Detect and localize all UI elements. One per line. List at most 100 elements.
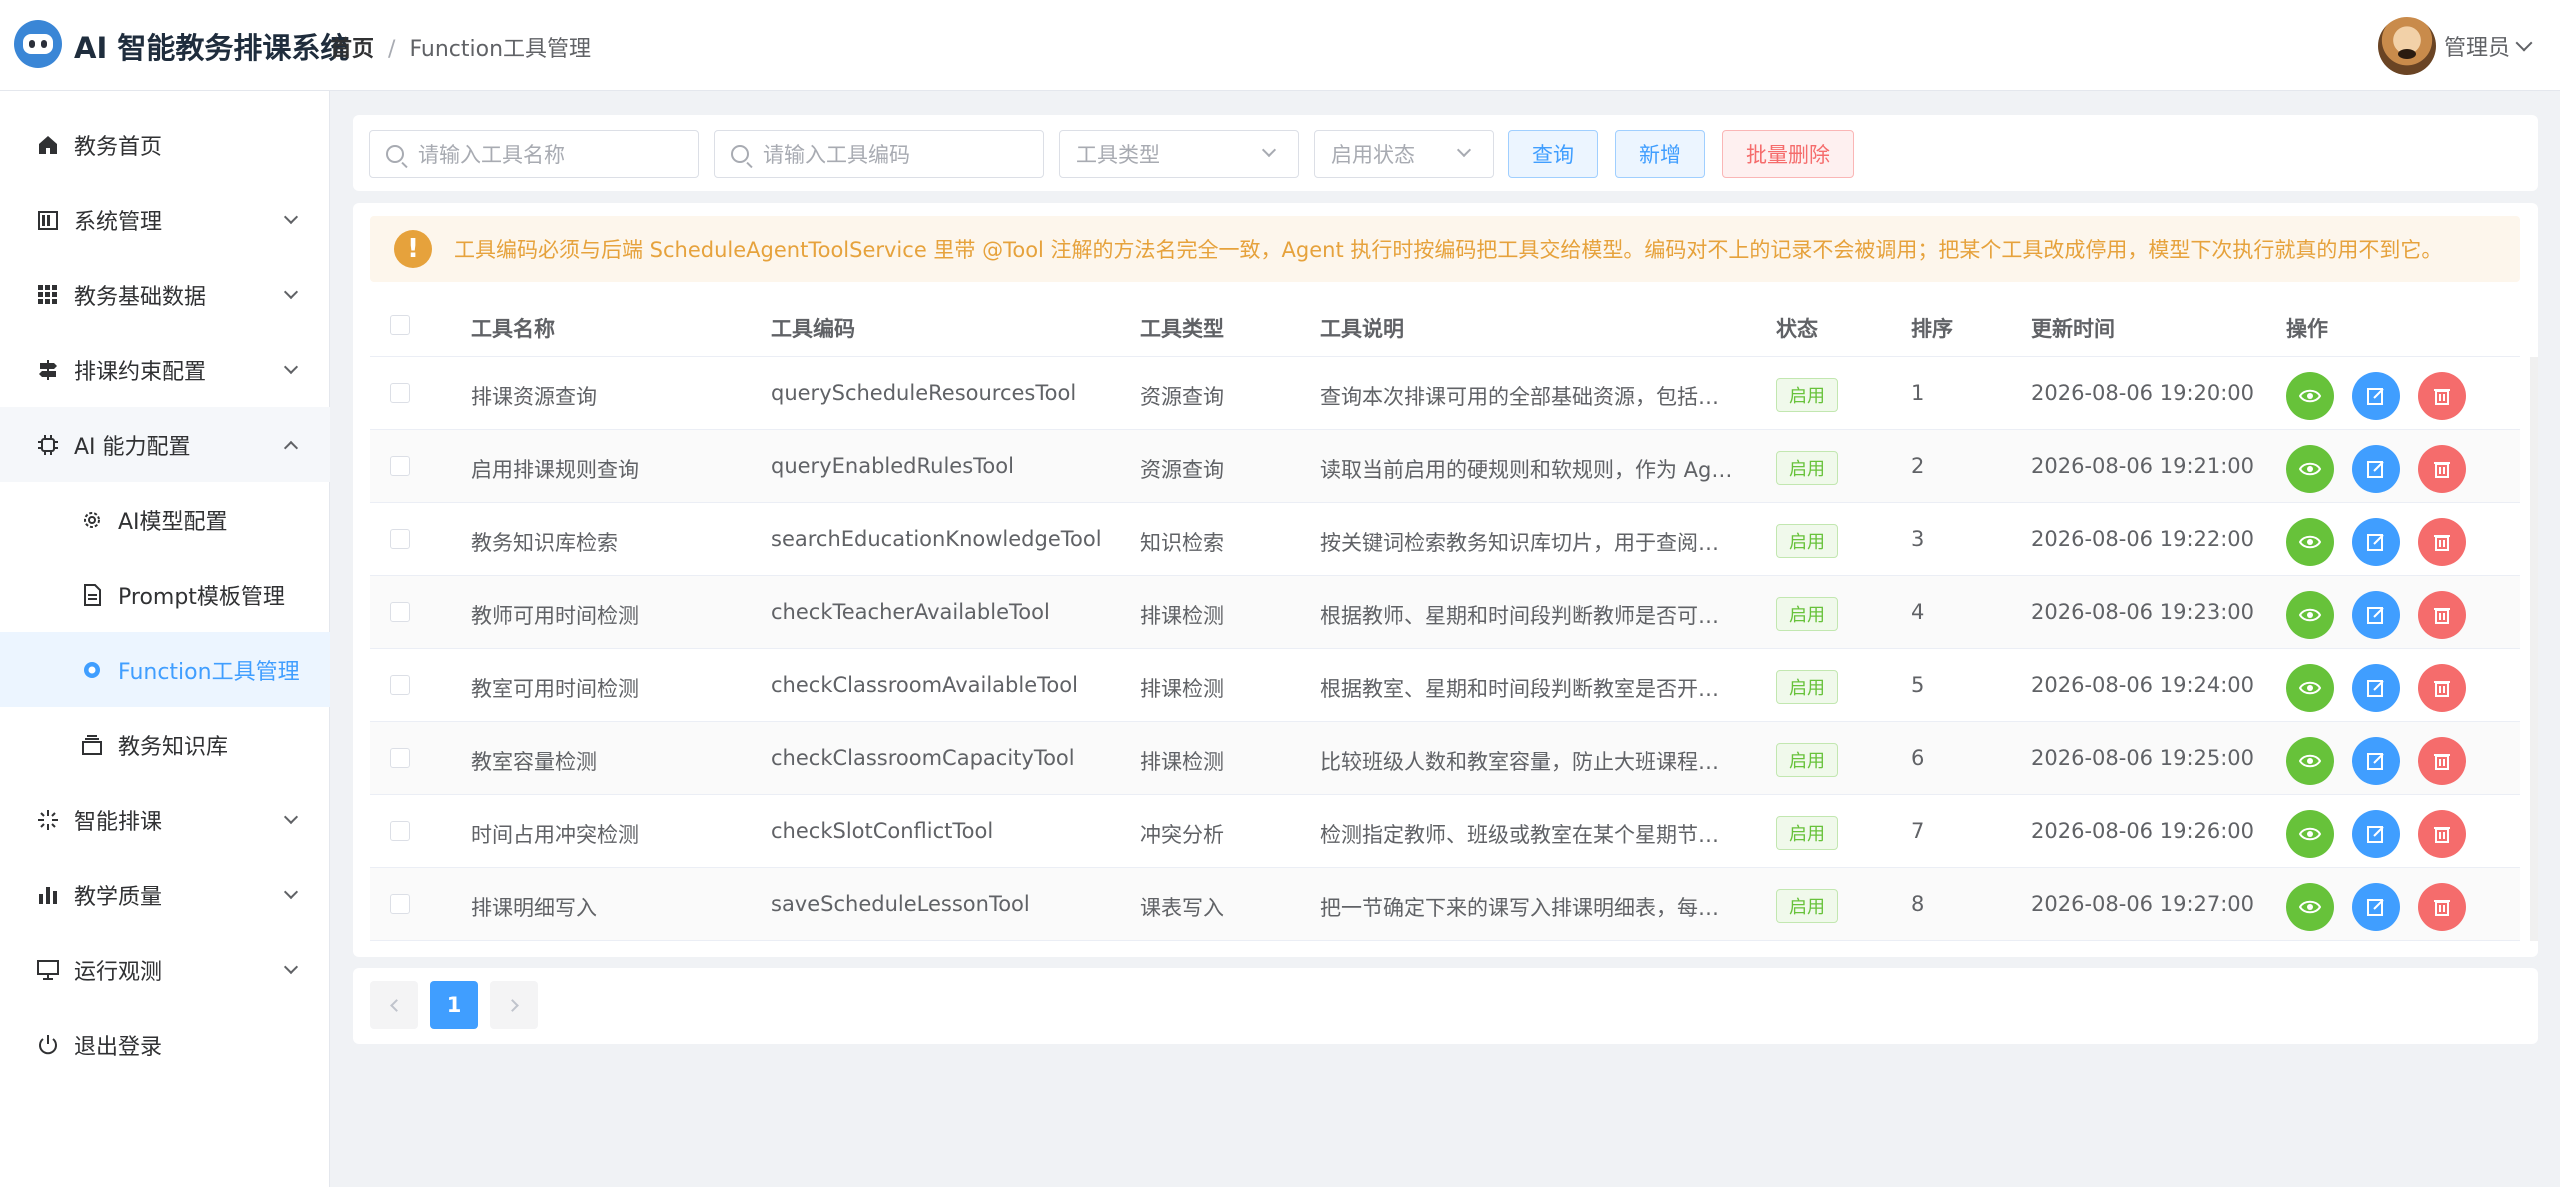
cell-tool-name: 教室可用时间检测 [471, 677, 639, 701]
add-button[interactable]: 新增 [1615, 130, 1705, 178]
status-placeholder: 启用状态 [1331, 143, 1415, 167]
cell-tool-name: 启用排课规则查询 [471, 458, 639, 482]
edit-icon [2366, 897, 2386, 917]
sidebar-item-prompt[interactable]: Prompt模板管理 [0, 557, 330, 632]
cell-sort: 3 [1911, 527, 1925, 551]
edit-icon [2366, 751, 2386, 771]
warning-icon: ! [394, 230, 432, 268]
cell-sort: 8 [1911, 892, 1925, 916]
view-button[interactable] [2286, 591, 2334, 639]
query-button[interactable]: 查询 [1508, 130, 1598, 178]
user-menu[interactable]: 管理员 [2377, 16, 2533, 76]
delete-button[interactable] [2418, 810, 2466, 858]
cell-sort: 7 [1911, 819, 1925, 843]
power-icon [36, 1033, 60, 1057]
edit-button[interactable] [2352, 883, 2400, 931]
row-checkbox[interactable] [390, 675, 410, 695]
edit-icon [2366, 386, 2386, 406]
view-button[interactable] [2286, 737, 2334, 785]
sidebar-item-monitoring[interactable]: 运行观测 [0, 932, 330, 1007]
cell-tool-description: 检测指定教师、班级或教室在某个星期节… [1320, 823, 1719, 847]
cell-sort: 6 [1911, 746, 1925, 770]
view-button[interactable] [2286, 664, 2334, 712]
view-button[interactable] [2286, 372, 2334, 420]
chevron-down-icon[interactable] [2515, 34, 2533, 52]
edit-button[interactable] [2352, 810, 2400, 858]
prev-page-button[interactable] [370, 981, 418, 1029]
page-number[interactable]: 1 [430, 981, 478, 1029]
view-button[interactable] [2286, 445, 2334, 493]
sidebar-item-home[interactable]: 教务首页 [0, 107, 330, 182]
sidebar-item-basic-data[interactable]: 教务基础数据 [0, 257, 330, 332]
eye-icon [2299, 458, 2321, 480]
delete-button[interactable] [2418, 445, 2466, 493]
next-page-button[interactable] [490, 981, 538, 1029]
sidebar-item-label: AI模型配置 [118, 509, 228, 535]
table-scrollbar[interactable] [2530, 357, 2538, 941]
row-checkbox[interactable] [390, 894, 410, 914]
bar-chart-icon [36, 883, 60, 907]
sidebar-item-ai-model[interactable]: AI模型配置 [0, 482, 330, 557]
sidebar-item-logout[interactable]: 退出登录 [0, 1007, 330, 1082]
edit-button[interactable] [2352, 737, 2400, 785]
tool-type-select[interactable]: 工具类型 [1059, 130, 1299, 178]
sidebar-item-label: 排课约束配置 [74, 359, 207, 385]
sidebar-item-label: AI 能力配置 [74, 434, 191, 460]
cell-tool-description: 按关键词检索教务知识库切片，用于查阅… [1320, 531, 1719, 555]
chevron-down-icon [283, 884, 299, 900]
view-button[interactable] [2286, 810, 2334, 858]
edit-button[interactable] [2352, 445, 2400, 493]
row-checkbox[interactable] [390, 383, 410, 403]
warning-alert: ! 工具编码必须与后端 ScheduleAgentToolService 里带 … [370, 216, 2520, 282]
view-button[interactable] [2286, 883, 2334, 931]
edit-button[interactable] [2352, 591, 2400, 639]
edit-button[interactable] [2352, 664, 2400, 712]
edit-button[interactable] [2352, 372, 2400, 420]
sparkle-icon [36, 808, 60, 832]
tool-code-placeholder: 请输入工具编码 [763, 143, 910, 167]
cell-sort: 2 [1911, 454, 1925, 478]
status-badge: 启用 [1776, 378, 1838, 412]
sidebar-item-function-tools[interactable]: Function工具管理 [0, 632, 330, 707]
row-checkbox[interactable] [390, 748, 410, 768]
alert-text: 工具编码必须与后端 ScheduleAgentToolService 里带 @T… [454, 238, 2443, 262]
cell-tool-description: 把一节确定下来的课写入排课明细表，每… [1320, 896, 1719, 920]
sidebar-item-knowledge-base[interactable]: 教务知识库 [0, 707, 330, 782]
table-row: 教师可用时间检测 checkTeacherAvailableTool 排课检测 根据教… [370, 576, 2520, 649]
cell-tool-name: 时间占用冲突检测 [471, 823, 639, 847]
delete-button[interactable] [2418, 591, 2466, 639]
delete-button[interactable] [2418, 518, 2466, 566]
avatar[interactable] [2377, 17, 2436, 75]
sidebar-item-system[interactable]: 系统管理 [0, 182, 330, 257]
delete-button[interactable] [2418, 372, 2466, 420]
sidebar-item-label: 系统管理 [74, 209, 163, 235]
tool-type-placeholder: 工具类型 [1076, 143, 1160, 167]
sidebar-item-constraints[interactable]: 排课约束配置 [0, 332, 330, 407]
row-checkbox[interactable] [390, 602, 410, 622]
sidebar-item-teaching-quality[interactable]: 教学质量 [0, 857, 330, 932]
delete-button[interactable] [2418, 883, 2466, 931]
row-checkbox[interactable] [390, 821, 410, 841]
breadcrumb-separator: / [388, 37, 396, 62]
sidebar-item-label: Prompt模板管理 [118, 584, 285, 610]
sidebar-item-ai-config[interactable]: AI 能力配置 [0, 407, 330, 482]
cell-tool-name: 教室容量检测 [471, 750, 597, 774]
sidebar-item-smart-schedule[interactable]: 智能排课 [0, 782, 330, 857]
edit-button[interactable] [2352, 518, 2400, 566]
cell-updated-time: 2026-08-06 19:20:00 [2031, 381, 2255, 405]
breadcrumb-home[interactable]: 首页 [330, 37, 374, 62]
status-select[interactable]: 启用状态 [1314, 130, 1494, 178]
user-name[interactable]: 管理员 [2444, 30, 2510, 62]
tool-code-input[interactable]: 请输入工具编码 [714, 130, 1044, 178]
delete-button[interactable] [2418, 737, 2466, 785]
row-checkbox[interactable] [390, 456, 410, 476]
status-badge: 启用 [1776, 451, 1838, 485]
column-header: 更新时间 [2031, 317, 2115, 341]
select-all-checkbox[interactable] [390, 315, 410, 335]
batch-delete-button[interactable]: 批量删除 [1722, 130, 1854, 178]
breadcrumb: 首页 / Function工具管理 [330, 31, 591, 63]
delete-button[interactable] [2418, 664, 2466, 712]
tool-name-input[interactable]: 请输入工具名称 [369, 130, 699, 178]
view-button[interactable] [2286, 518, 2334, 566]
row-checkbox[interactable] [390, 529, 410, 549]
